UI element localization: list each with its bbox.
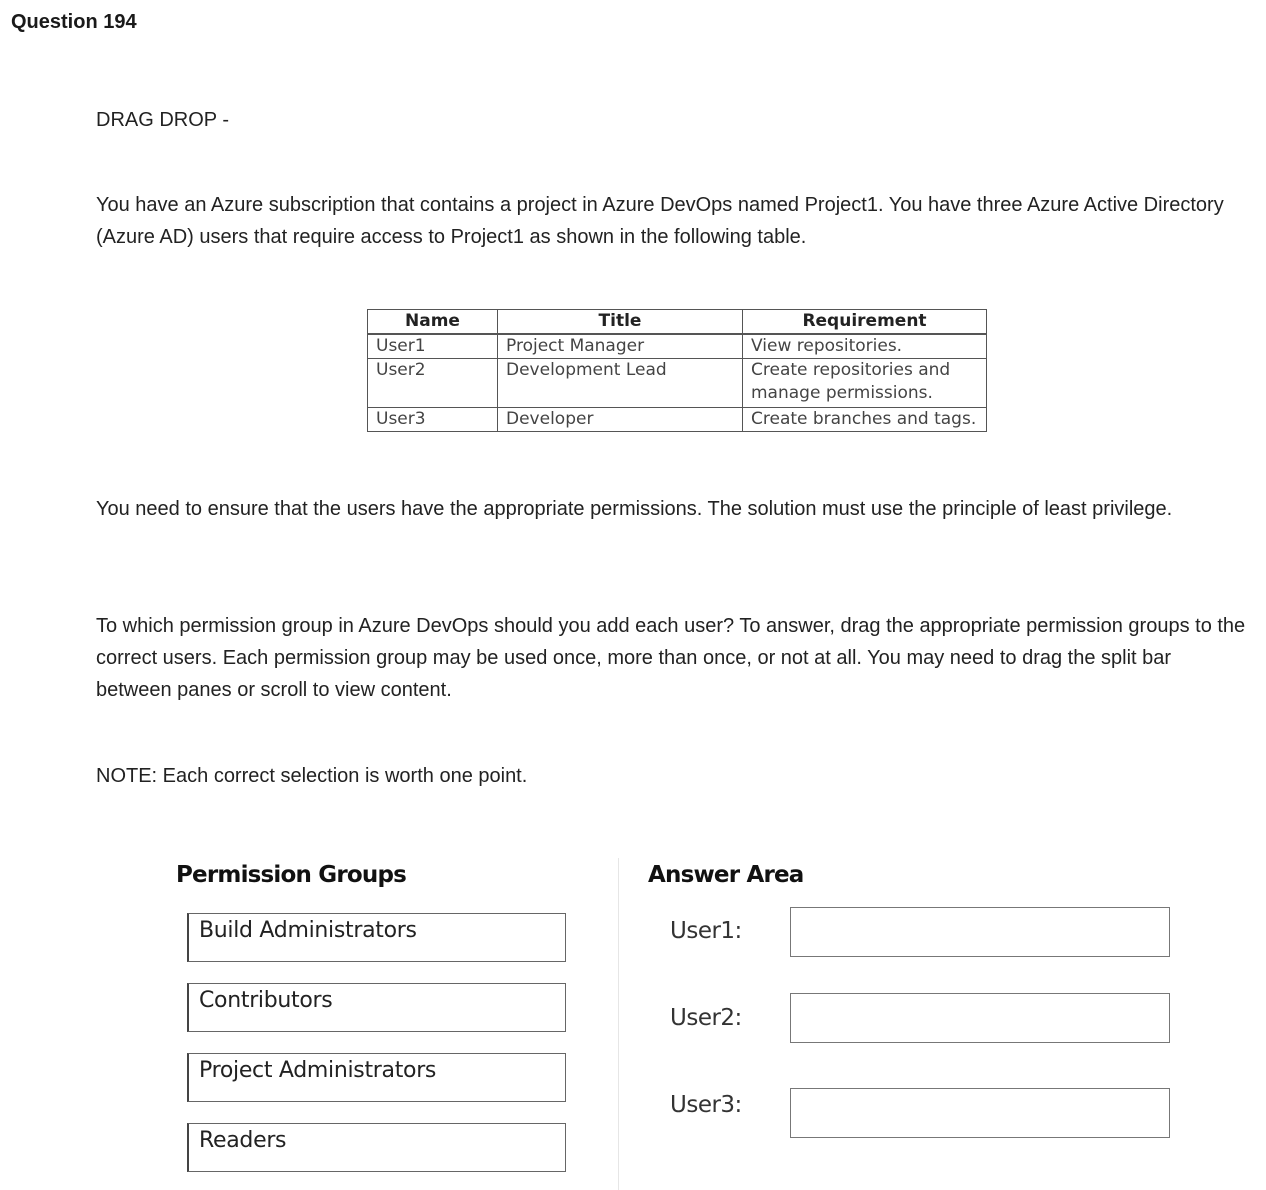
answer-label-user2: User2:	[670, 1005, 742, 1031]
permission-groups-header: Permission Groups	[176, 862, 407, 888]
column-header-requirement: Requirement	[742, 309, 987, 335]
question-note: NOTE: Each correct selection is worth on…	[96, 765, 528, 787]
table-row: User3 Developer Create branches and tags…	[367, 407, 987, 432]
answer-drop-slot-user2[interactable]	[790, 993, 1170, 1043]
cell-requirement: Create repositories and manage permissio…	[742, 358, 987, 408]
cell-title: Project Manager	[497, 333, 743, 359]
answer-drop-slot-user3[interactable]	[790, 1088, 1170, 1138]
column-header-title: Title	[497, 309, 743, 335]
permission-group-contributors[interactable]: Contributors	[187, 983, 566, 1032]
table-header-row: Name Title Requirement	[367, 309, 987, 335]
table-row: User2 Development Lead Create repositori…	[367, 358, 987, 408]
pane-split-bar[interactable]	[618, 858, 619, 1190]
permission-group-readers[interactable]: Readers	[187, 1123, 566, 1172]
column-header-name: Name	[367, 309, 498, 335]
permission-group-project-administrators[interactable]: Project Administrators	[187, 1053, 566, 1102]
cell-requirement: View repositories.	[742, 333, 987, 359]
cell-title: Development Lead	[497, 358, 743, 408]
answer-drop-slot-user1[interactable]	[790, 907, 1170, 957]
answer-label-user1: User1:	[670, 918, 742, 944]
question-need: You need to ensure that the users have t…	[96, 498, 1173, 520]
question-title: Question 194	[11, 11, 137, 33]
question-type-label: DRAG DROP -	[96, 109, 229, 131]
cell-name: User3	[367, 407, 498, 432]
user-requirements-table: Name Title Requirement User1 Project Man…	[367, 309, 987, 432]
permission-group-build-administrators[interactable]: Build Administrators	[187, 913, 566, 962]
cell-title: Developer	[497, 407, 743, 432]
question-instructions: To which permission group in Azure DevOp…	[96, 615, 1246, 701]
table-row: User1 Project Manager View repositories.	[367, 333, 987, 359]
question-intro: You have an Azure subscription that cont…	[96, 194, 1224, 248]
cell-name: User1	[367, 333, 498, 359]
cell-name: User2	[367, 358, 498, 408]
answer-area-header: Answer Area	[648, 862, 804, 888]
answer-label-user3: User3:	[670, 1092, 742, 1118]
cell-requirement: Create branches and tags.	[742, 407, 987, 432]
